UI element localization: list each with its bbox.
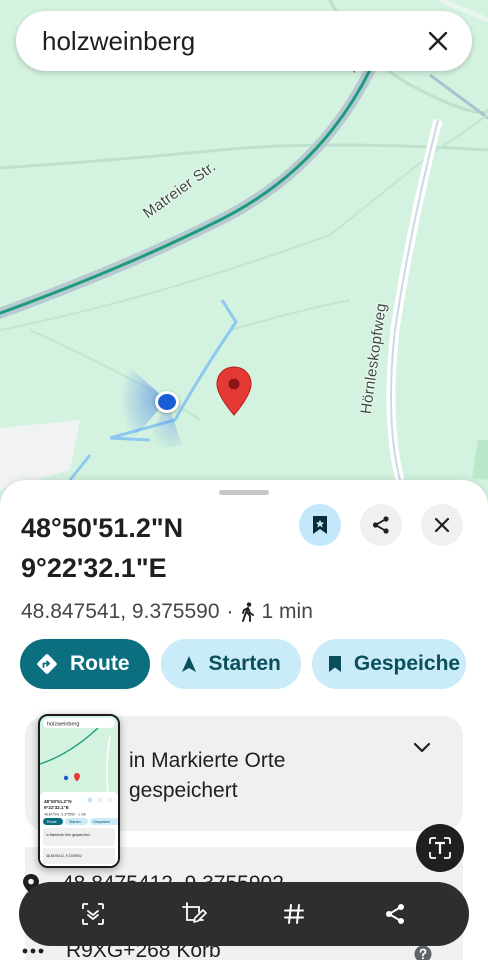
search-input[interactable]: holzweinberg: [42, 26, 424, 57]
close-icon: [435, 518, 449, 532]
text-extract-button[interactable]: [416, 824, 464, 872]
walk-icon: [241, 602, 254, 622]
bookmark-icon: [328, 656, 341, 672]
scan-button[interactable]: [71, 892, 115, 936]
search-bar[interactable]: holzweinberg: [16, 11, 472, 71]
drag-handle[interactable]: [219, 490, 269, 495]
close-icon[interactable]: [424, 27, 452, 55]
chevron-down-icon[interactable]: [413, 742, 431, 754]
bookmark-icon: [313, 516, 327, 534]
share-button[interactable]: [360, 504, 402, 546]
thumb-search-text: holzweinberg: [47, 722, 79, 728]
screenshot-toolbar: [19, 882, 469, 946]
start-button[interactable]: Starten: [160, 639, 301, 689]
share-icon: [372, 516, 389, 534]
screenshot-thumbnail[interactable]: holzweinberg 48°50'51.2"N 9°22'32.1"E 48…: [38, 714, 120, 868]
share-screenshot-button[interactable]: [373, 892, 417, 936]
thumb-lon: 9°22'32.1"E: [44, 805, 69, 810]
thumb-lat: 48°50'51.2"N: [44, 799, 72, 804]
place-title: 48°50'51.2"N 9°22'32.1"E: [21, 508, 183, 588]
decimal-coords: 48.847541, 9.375590: [21, 600, 220, 623]
help-icon[interactable]: [414, 945, 432, 960]
hashtag-icon: [284, 904, 305, 924]
scan-icon: [82, 903, 105, 925]
share-icon: [385, 904, 404, 924]
hashtag-button[interactable]: [272, 892, 316, 936]
navigation-arrow-icon: [181, 656, 196, 672]
directions-icon: [37, 654, 57, 674]
my-location-dot[interactable]: [155, 391, 179, 413]
map-canvas: [0, 0, 488, 490]
route-label: Route: [70, 652, 130, 675]
save-button[interactable]: [299, 504, 341, 546]
thumb-coords: 48.8475412, 9.3755902: [46, 854, 82, 858]
coords-subtitle: 48.847541, 9.375590 · 1 min: [21, 600, 313, 624]
route-button[interactable]: Route: [20, 639, 150, 689]
saved-button[interactable]: Gespeiche: [311, 639, 467, 689]
saved-list-text: in Markierte Orte gespeichert: [129, 746, 409, 806]
map-view[interactable]: M Matreier Str. Hörnleskopfweg: [0, 0, 488, 520]
edit-crop-icon: [181, 902, 207, 923]
saved-list-line1: in Markierte Orte: [129, 749, 286, 772]
thumb-route: Route: [47, 820, 57, 824]
longitude: 9°22'32.1"E: [21, 553, 167, 583]
thumb-saved: Gespeiche: [93, 820, 110, 824]
start-label: Starten: [208, 652, 281, 675]
action-chips: Route Starten Gespeiche: [20, 639, 467, 689]
saved-list-line2: gespeichert: [129, 779, 238, 802]
dots-icon: [22, 948, 44, 954]
close-sheet-button[interactable]: [421, 504, 463, 546]
walk-time: 1 min: [261, 600, 313, 623]
edit-crop-button[interactable]: [172, 892, 216, 936]
separator: ·: [226, 600, 234, 623]
thumb-start: Starten: [69, 820, 81, 824]
thumb-card: in Markierte Orte gespeichert: [46, 833, 90, 837]
latitude: 48°50'51.2"N: [21, 513, 184, 543]
location-pin-icon[interactable]: [216, 366, 252, 416]
thumb-decimal: 48.847541, 9.375590 · 1 min: [44, 813, 86, 817]
text-extract-icon: [429, 837, 451, 859]
saved-label: Gespeiche: [353, 652, 461, 675]
thumbnail-preview: holzweinberg 48°50'51.2"N 9°22'32.1"E 48…: [40, 716, 118, 866]
